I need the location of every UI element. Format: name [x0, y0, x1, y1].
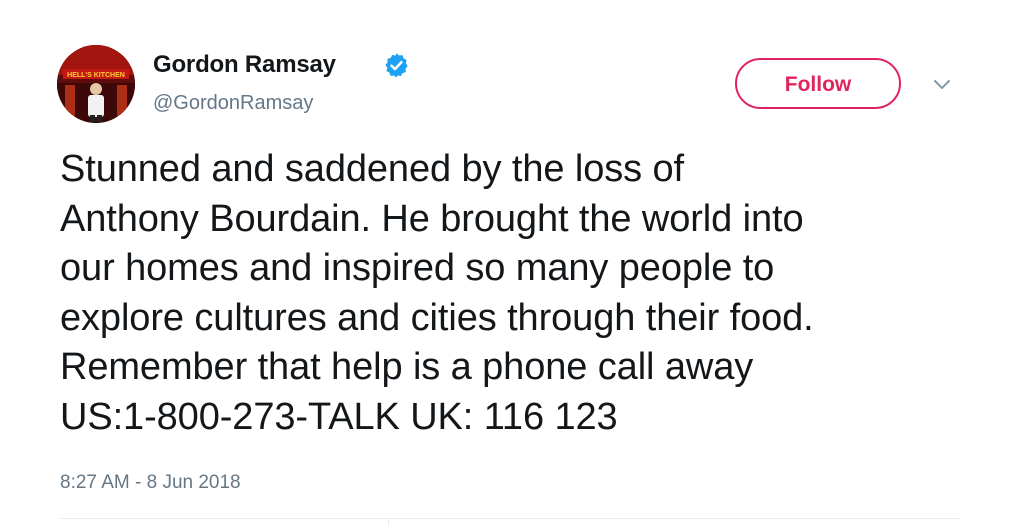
avatar-sign-text: HELL'S KITCHEN: [67, 72, 125, 79]
tweet-text-line: Stunned and saddened by the loss of: [60, 148, 684, 190]
tweet-text-line: explore cultures and cities through thei…: [60, 296, 814, 339]
tweet-text-line: Anthony Bourdain. He brought the world i…: [60, 197, 804, 240]
tweet-text-line: US:1-800-273-TALK UK: 116 123: [60, 395, 618, 438]
author-name[interactable]: Gordon Ramsay: [153, 51, 336, 79]
tweet-text-line: Remember that help is a phone call away: [60, 346, 754, 388]
tweet-text: Stunned and saddened by the loss of Anth…: [60, 145, 1000, 442]
avatar[interactable]: HELL'S KITCHEN: [57, 45, 135, 123]
author-handle[interactable]: @GordonRamsay: [153, 92, 313, 115]
divider: [388, 518, 389, 526]
verified-badge-icon: [385, 53, 408, 78]
divider: [60, 518, 960, 519]
tweet-card: HELL'S KITCHEN Gordon Ramsay @GordonRams…: [0, 0, 1024, 526]
avatar-image: HELL'S KITCHEN: [57, 45, 135, 123]
tweet-timestamp[interactable]: 8:27 AM - 8 Jun 2018: [60, 472, 241, 494]
follow-button[interactable]: Follow: [735, 58, 901, 109]
tweet-text-line: our homes and inspired so many people to: [60, 247, 775, 289]
chevron-down-icon[interactable]: [930, 76, 954, 94]
